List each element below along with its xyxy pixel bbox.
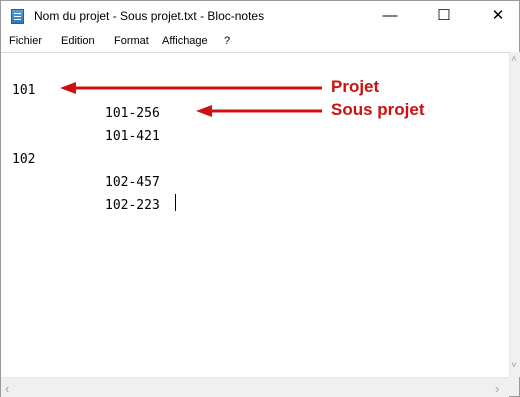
annotation-projet: Projet — [331, 77, 380, 96]
annotation-arrows — [60, 82, 322, 117]
annotation-sous-projet: Sous projet — [331, 100, 425, 119]
arrow-sous-projet-head — [196, 105, 212, 117]
arrow-projet-head — [60, 82, 76, 94]
